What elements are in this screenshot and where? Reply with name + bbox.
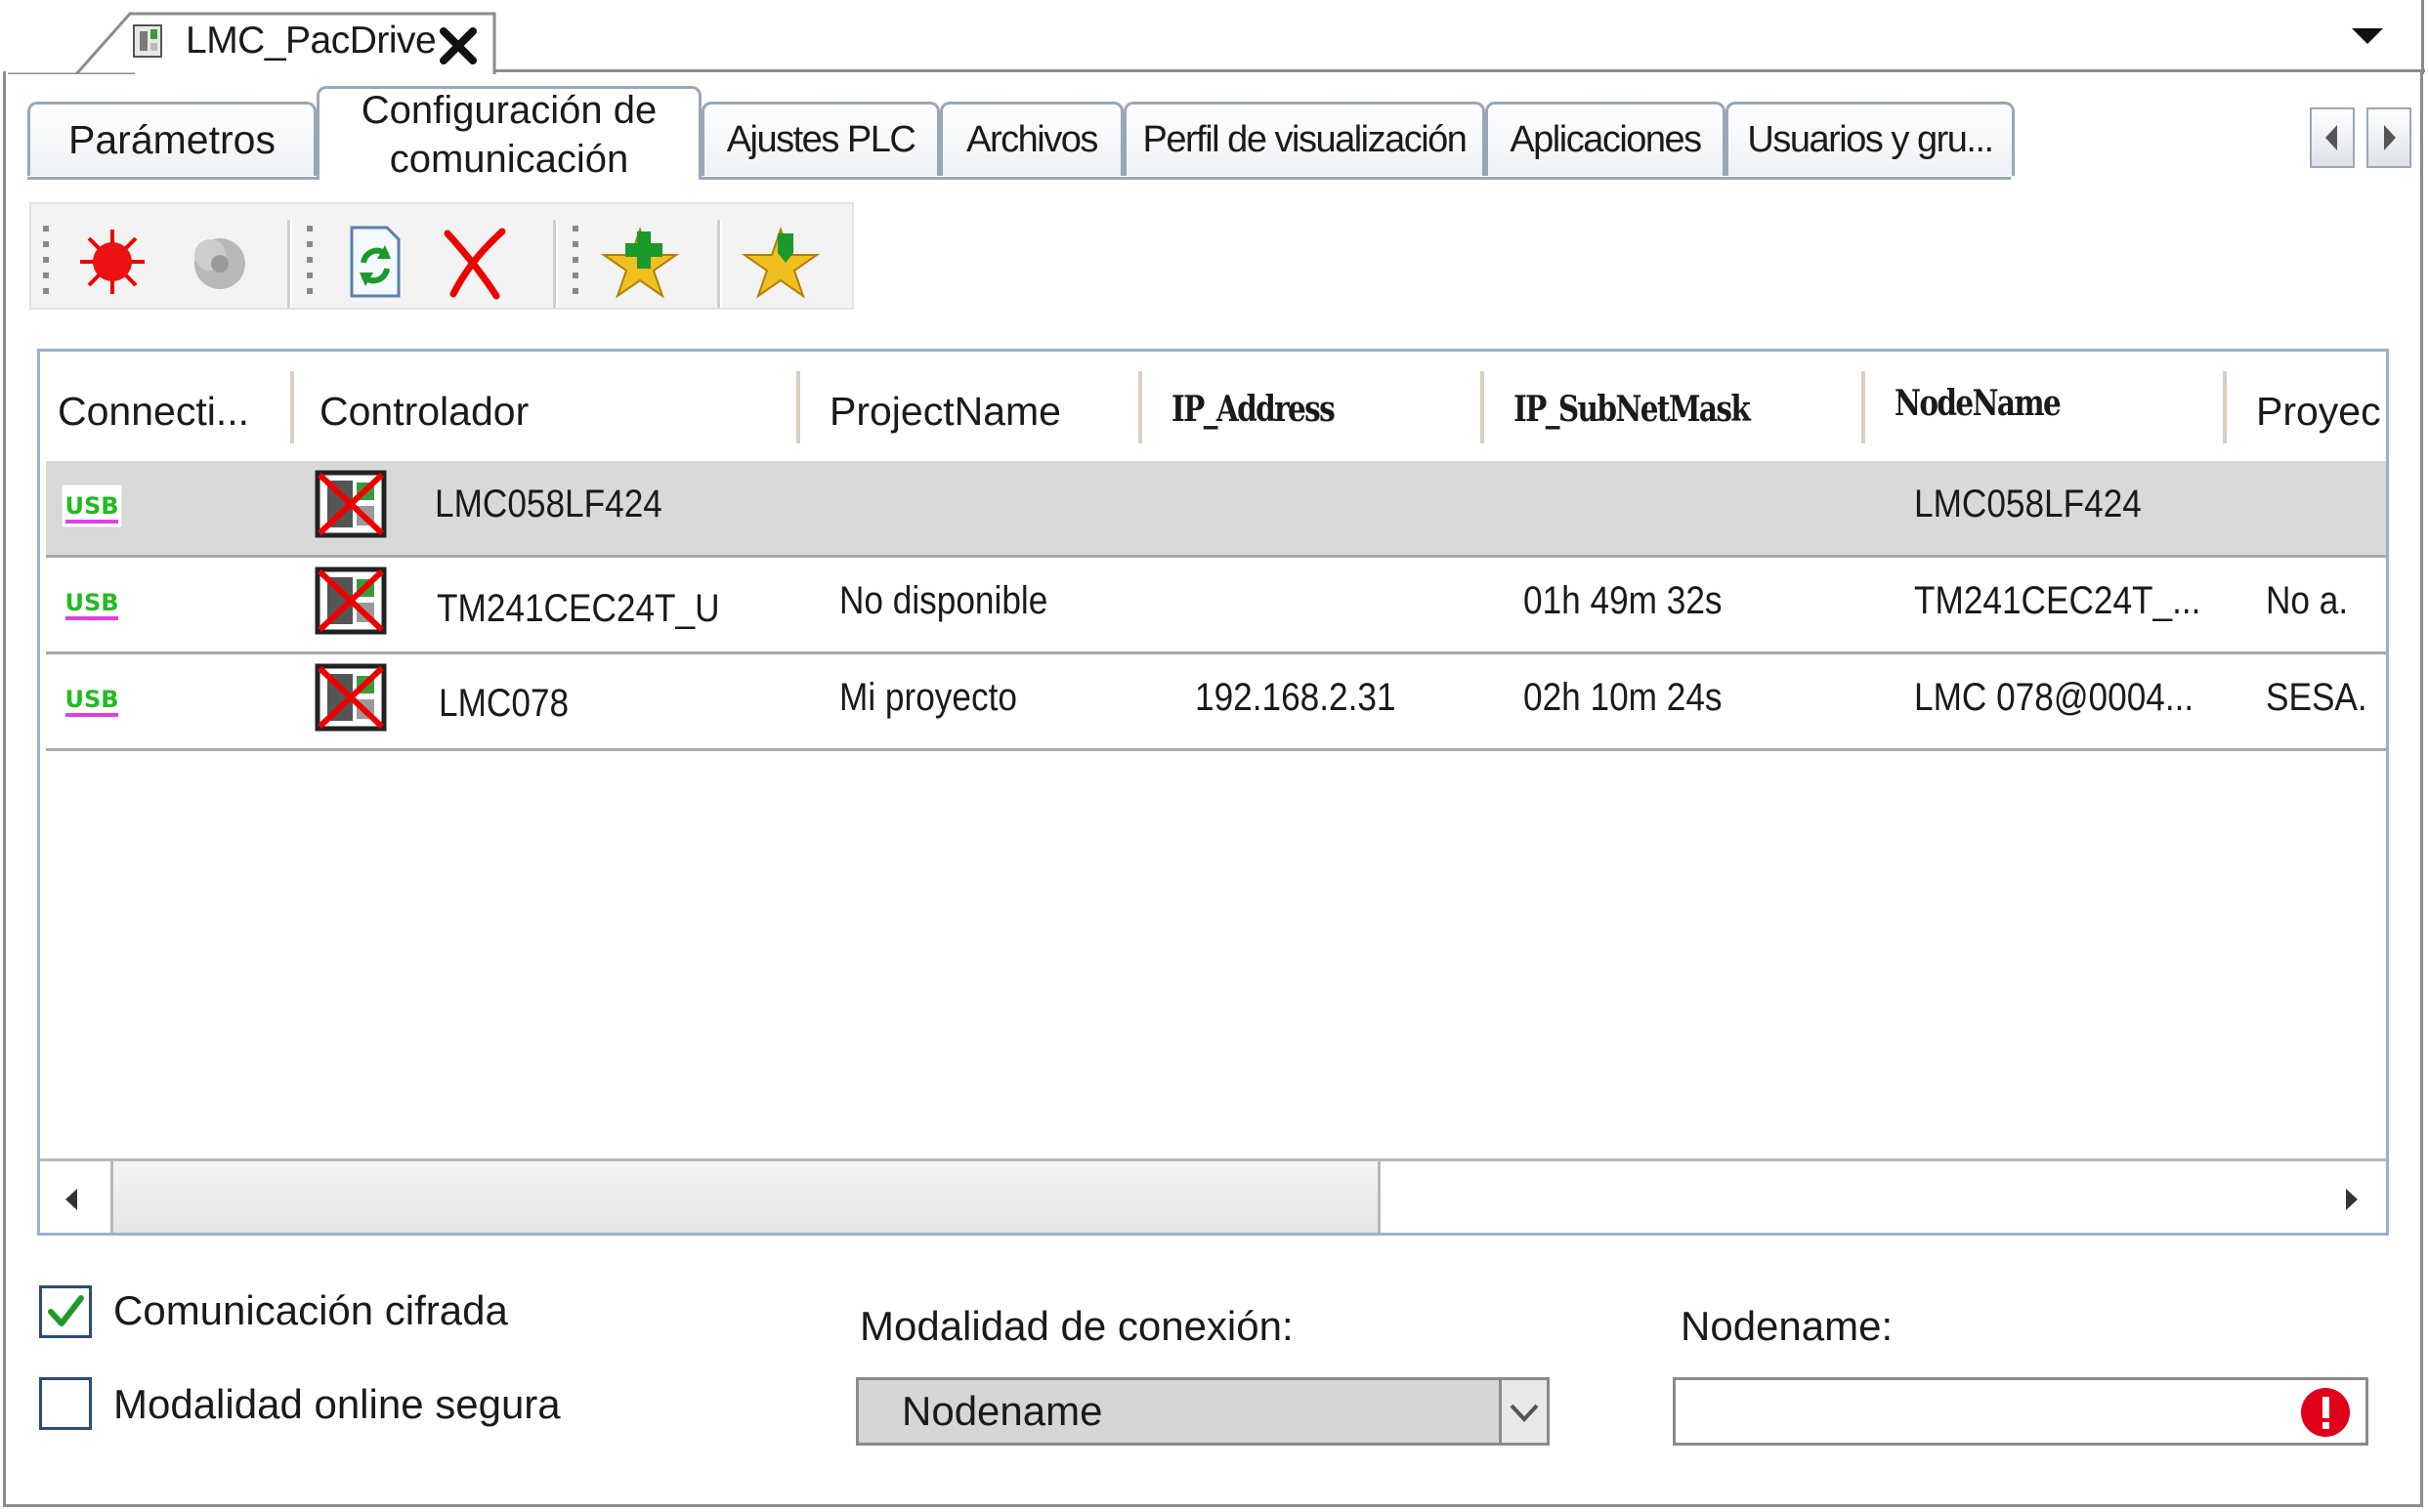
toolbar-grip[interactable] (43, 226, 49, 296)
tab-scroll-left-button[interactable] (2310, 107, 2355, 168)
connection-mode-select[interactable]: Nodename (856, 1377, 1550, 1446)
tab-parametros[interactable]: Parámetros (27, 102, 317, 176)
cell-project-name: No disponible (839, 579, 1048, 622)
column-header-node-name[interactable]: NodeName (1895, 383, 2062, 424)
star-add-icon[interactable] (596, 220, 684, 304)
usb-icon: USB (64, 686, 119, 717)
cell-node-name: LMC058LF424 (1914, 483, 2142, 525)
cell-project-name: Mi proyecto (839, 676, 1017, 719)
tab-label: Usuarios y gru... (1747, 119, 1994, 160)
nodename-label: Nodename: (1681, 1303, 1894, 1349)
red-x-delete-icon[interactable] (432, 220, 520, 304)
horizontal-scrollbar[interactable] (40, 1158, 2386, 1233)
table-row[interactable]: USB LMC078 Mi proyecto 192.168.2.31 02h … (46, 654, 2386, 751)
cell-subnet-mask: 01h 49m 32s (1523, 579, 1723, 622)
arrow-right-icon (2384, 125, 2396, 150)
cell-controller: LMC078 (439, 682, 570, 725)
document-tab-title: LMC_PacDrive (186, 20, 437, 62)
column-separator[interactable] (796, 371, 800, 443)
cell-ip-address: 192.168.2.31 (1195, 676, 1396, 719)
usb-icon-text: USB (64, 686, 118, 713)
cell-controller: TM241CEC24T_U (437, 587, 720, 630)
refresh-document-icon[interactable] (330, 220, 418, 304)
column-header-connection[interactable]: Connecti... (58, 389, 249, 435)
tab-usuarios-grupos[interactable]: Usuarios y gru... (1725, 102, 2015, 176)
toolbar (29, 202, 854, 310)
device-table: Connecti... Controlador ProjectName IP_A… (37, 349, 2389, 1236)
column-separator[interactable] (1138, 371, 1142, 443)
controller-disconnected-icon (315, 663, 387, 732)
tab-label: Archivos (966, 119, 1098, 160)
toolbar-grip[interactable] (573, 226, 578, 296)
scrollbar-thumb[interactable] (110, 1161, 1381, 1233)
tab-perfil-visualizacion[interactable]: Perfil de visualización (1124, 102, 1485, 176)
red-burst-icon[interactable] (68, 220, 156, 304)
column-header-controller[interactable]: Controlador (319, 389, 529, 435)
cell-proyecto: No a. (2266, 579, 2349, 622)
cell-controller: LMC058LF424 (435, 483, 662, 525)
usb-icon: USB (61, 483, 123, 528)
column-header-subnet-mask[interactable]: IP_SubNetMask (1513, 389, 1751, 430)
table-row[interactable]: USB LMC058LF424 LMC058LF424 (46, 461, 2386, 558)
encrypted-communication-checkbox[interactable] (39, 1285, 92, 1338)
star-edit-icon[interactable] (737, 220, 825, 304)
arrow-left-icon (2325, 125, 2337, 150)
secure-online-mode-label: Modalidad online segura (113, 1381, 561, 1427)
tab-configuracion-comunicacion[interactable]: Configuración de comunicación (317, 86, 702, 181)
column-header-ip-address[interactable]: IP_Address (1171, 389, 1336, 430)
scroll-right-arrow-icon[interactable] (2326, 1175, 2375, 1224)
column-separator[interactable] (1480, 371, 1484, 443)
cell-node-name: TM241CEC24T_... (1914, 579, 2201, 622)
tab-ajustes-plc[interactable]: Ajustes PLC (702, 102, 940, 176)
usb-icon: USB (64, 589, 119, 620)
device-icon (133, 24, 162, 58)
tab-aplicaciones[interactable]: Aplicaciones (1485, 102, 1725, 176)
panel-right-border-top (2421, 0, 2424, 74)
secure-online-mode-checkbox[interactable] (39, 1377, 92, 1430)
column-header-proyecto[interactable]: Proyec (2256, 389, 2381, 435)
usb-icon-text: USB (64, 492, 118, 520)
toolbar-separator (717, 220, 722, 308)
error-icon (2301, 1388, 2350, 1437)
controller-disconnected-icon (315, 567, 387, 635)
tab-label: Aplicaciones (1510, 119, 1702, 160)
usb-icon-text: USB (64, 589, 118, 616)
cell-node-name: LMC 078@0004... (1914, 676, 2194, 719)
tab-scroll-right-button[interactable] (2366, 107, 2411, 168)
dropdown-triangle-icon[interactable] (2350, 25, 2385, 47)
connection-mode-label: Modalidad de conexión: (860, 1303, 1294, 1349)
tab-label-line2: comunicación (389, 137, 629, 181)
toolbar-separator (553, 220, 558, 308)
column-separator[interactable] (1861, 371, 1865, 443)
column-separator[interactable] (2223, 371, 2227, 443)
tab-archivos[interactable]: Archivos (940, 102, 1124, 176)
cell-subnet-mask: 02h 10m 24s (1523, 676, 1723, 719)
close-icon[interactable] (436, 23, 481, 68)
tab-label: Parámetros (68, 117, 276, 162)
toolbar-separator (287, 220, 292, 308)
toolbar-grip[interactable] (307, 226, 313, 296)
checkmark-icon (48, 1295, 84, 1326)
tab-label-line1: Configuración de (361, 88, 658, 132)
chevron-down-icon (1510, 1404, 1539, 1422)
gray-gear-icon[interactable] (173, 220, 261, 304)
dropdown-button[interactable] (1499, 1380, 1547, 1443)
controller-disconnected-icon (315, 470, 387, 538)
column-header-project-name[interactable]: ProjectName (830, 389, 1061, 435)
tab-label: Perfil de visualización (1142, 119, 1468, 160)
scroll-left-arrow-icon[interactable] (48, 1175, 97, 1224)
column-separator[interactable] (290, 371, 294, 443)
cell-proyecto: SESA. (2266, 676, 2367, 719)
connection-mode-value: Nodename (902, 1388, 1103, 1434)
encrypted-communication-label: Comunicación cifrada (113, 1287, 508, 1333)
nodename-input[interactable] (1673, 1377, 2368, 1446)
table-row[interactable]: USB TM241CEC24T_U No disponible 01h 49m … (46, 558, 2386, 654)
tab-label: Ajustes PLC (726, 119, 916, 160)
